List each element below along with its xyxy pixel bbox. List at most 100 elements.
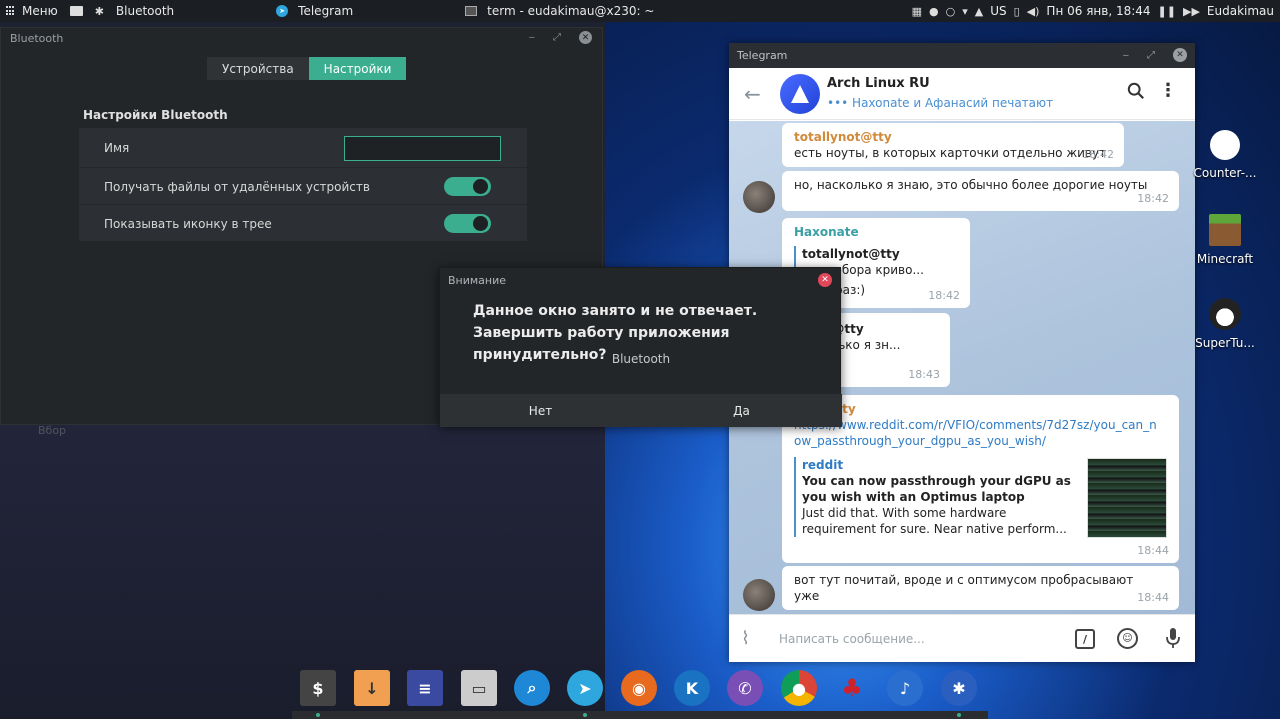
dialog-close-icon[interactable]: ✕ (818, 273, 832, 287)
kodi-icon[interactable]: K (674, 670, 710, 706)
yes-button[interactable]: Да (641, 394, 842, 427)
telegram-titlebar[interactable]: Telegram ‒ ⤢ ✕ (729, 43, 1195, 68)
mixer-icon[interactable]: ≡ (407, 670, 443, 706)
minimize-icon[interactable]: ‒ (529, 32, 535, 43)
archive-icon[interactable]: ▭ (461, 670, 497, 706)
attach-icon[interactable]: ⌇ (741, 628, 750, 649)
no-button[interactable]: Нет (440, 394, 641, 427)
message-author: ynot@tty (794, 401, 1167, 417)
more-menu-icon[interactable]: ⋮ (1159, 80, 1177, 101)
chat-header: ← Arch Linux RU ••• Haxonate и Афанасий … (729, 68, 1195, 120)
cherry-icon[interactable]: ♣ (834, 670, 870, 706)
pause-icon[interactable]: ❚❚ (1158, 5, 1176, 18)
name-row: Имя (79, 128, 527, 168)
music-player-icon[interactable]: ♪ (887, 670, 923, 706)
telegram-icon: ➤ (276, 5, 289, 17)
clipboard-icon[interactable]: ▯ (1014, 5, 1020, 18)
tray-icon-toggle[interactable] (444, 214, 491, 233)
name-field[interactable] (344, 136, 501, 161)
avatar[interactable] (743, 181, 775, 213)
message-time: 18:42 (928, 289, 960, 302)
bluetooth-settings-panel: Имя Получать файлы от удалённых устройст… (79, 128, 527, 241)
avatar[interactable] (743, 579, 775, 611)
maximize-icon[interactable]: ⤢ (553, 32, 561, 43)
taskbar-terminal-label: term - eudakimau@x230: ~ (487, 4, 655, 18)
files-launcher[interactable] (64, 6, 89, 16)
user-name[interactable]: Eudakimau (1207, 4, 1274, 18)
message-time: 18:42 (1082, 148, 1114, 161)
apps-grid-icon (6, 6, 16, 16)
search-icon[interactable] (1127, 82, 1145, 100)
keyboard-layout[interactable]: US (990, 4, 1006, 18)
top-panel: Меню ✱ Bluetooth ➤ Telegram term - eudak… (0, 0, 1280, 22)
volume-icon[interactable]: ◀) (1027, 5, 1040, 18)
clock[interactable]: Пн 06 янв, 18:44 (1046, 4, 1150, 18)
folder-icon (69, 6, 83, 16)
penguin-icon (1209, 298, 1241, 330)
taskbar-terminal[interactable]: term - eudakimau@x230: ~ (459, 4, 660, 18)
message-time: 18:44 (1137, 591, 1169, 604)
not-responding-dialog: Внимание ✕ Данное окно занято и не отвеч… (439, 267, 842, 427)
dock-bar (292, 711, 988, 719)
message-bubble[interactable]: totallynot@tty есть ноуты, в которых кар… (782, 123, 1124, 167)
message-time: 18:42 (1137, 192, 1169, 205)
dialog-title: Внимание (448, 274, 507, 287)
chat-name[interactable]: Arch Linux RU (827, 76, 930, 91)
desktop-icon-supertux[interactable]: SuperTu... (1193, 298, 1257, 350)
tg-minimize-icon[interactable]: ‒ (1123, 50, 1129, 61)
user-switch-icon[interactable]: ▶▶ (1183, 5, 1200, 18)
message-time: 18:44 (1137, 544, 1169, 557)
taskbar-bluetooth[interactable]: ✱ Bluetooth (89, 4, 180, 18)
tray-icon-label: Показывать иконку в трее (104, 216, 272, 231)
message-text: но, насколько я знаю, это обычно более д… (794, 178, 1148, 192)
back-arrow-icon[interactable]: ← (744, 82, 761, 106)
menu-label: Меню (22, 4, 58, 18)
dock-indicator (316, 713, 320, 717)
microphone-icon[interactable] (1166, 627, 1180, 649)
bot-command-icon[interactable]: / (1075, 629, 1095, 649)
message-bubble[interactable]: вот тут почитай, вроде и с оптимусом про… (782, 566, 1179, 610)
tg-close-icon[interactable]: ✕ (1173, 48, 1187, 62)
search-app-icon[interactable]: ⌕ (514, 670, 550, 706)
viber-icon[interactable]: ✆ (727, 670, 763, 706)
desktop-icon-minecraft[interactable]: Minecraft (1193, 214, 1257, 266)
lightbulb-icon[interactable]: ○ (946, 5, 956, 18)
download-manager-icon[interactable]: ↓ (354, 670, 390, 706)
tab-devices[interactable]: Устройства (207, 57, 309, 80)
tg-maximize-icon[interactable]: ⤢ (1147, 50, 1155, 61)
bluetooth-tabs: Устройства Настройки (207, 57, 407, 80)
message-link[interactable]: https://www.reddit.com/r/VFIO/comments/7… (794, 417, 1164, 449)
emoji-icon[interactable]: ☺ (1117, 628, 1138, 649)
message-author: Haxonate (794, 225, 859, 239)
receive-files-toggle[interactable] (444, 177, 491, 196)
dock-indicator (957, 713, 961, 717)
bluetooth-icon: ✱ (94, 4, 104, 18)
calendar-icon[interactable]: ▦ (912, 5, 922, 18)
chrome-icon[interactable]: ● (781, 670, 817, 706)
menu-button[interactable]: Меню (0, 4, 64, 18)
bluetooth-dock-icon[interactable]: ✱ (941, 670, 977, 706)
link-preview[interactable]: reddit You can now passthrough your dGPU… (794, 457, 1074, 537)
receive-files-row: Получать файлы от удалённых устройств (79, 169, 527, 205)
counter-strike-icon (1210, 130, 1240, 160)
message-input[interactable]: Написать сообщение... (779, 632, 925, 646)
desktop-icon-counter-strike[interactable]: Counter-... (1193, 130, 1257, 180)
terminal-launcher-icon[interactable]: $ (300, 670, 336, 706)
receive-files-label: Получать файлы от удалённых устройств (104, 179, 370, 194)
preview-description: Just did that. With some hardware requir… (802, 506, 1067, 536)
firefox-icon[interactable]: ◉ (621, 670, 657, 706)
taskbar-telegram[interactable]: ➤ Telegram (270, 4, 359, 18)
notification-icon[interactable]: ▲ (975, 5, 983, 18)
message-bubble[interactable]: но, насколько я знаю, это обычно более д… (782, 171, 1179, 211)
desktop-icon-label: SuperTu... (1195, 336, 1255, 350)
telegram-dock-icon[interactable]: ➤ (567, 670, 603, 706)
tab-settings[interactable]: Настройки (308, 57, 407, 80)
preview-thumbnail[interactable] (1087, 458, 1167, 538)
chat-avatar[interactable] (780, 74, 820, 114)
message-text: есть ноуты, в которых карточки отдельно … (794, 146, 1107, 160)
telegram-tray-icon[interactable]: ● (929, 5, 939, 18)
bluetooth-titlebar[interactable]: Bluetooth ‒ ⤢ ✕ (1, 28, 602, 48)
name-label: Имя (104, 140, 130, 155)
close-icon[interactable]: ✕ (579, 31, 592, 44)
network-icon[interactable]: ▾ (962, 5, 968, 18)
